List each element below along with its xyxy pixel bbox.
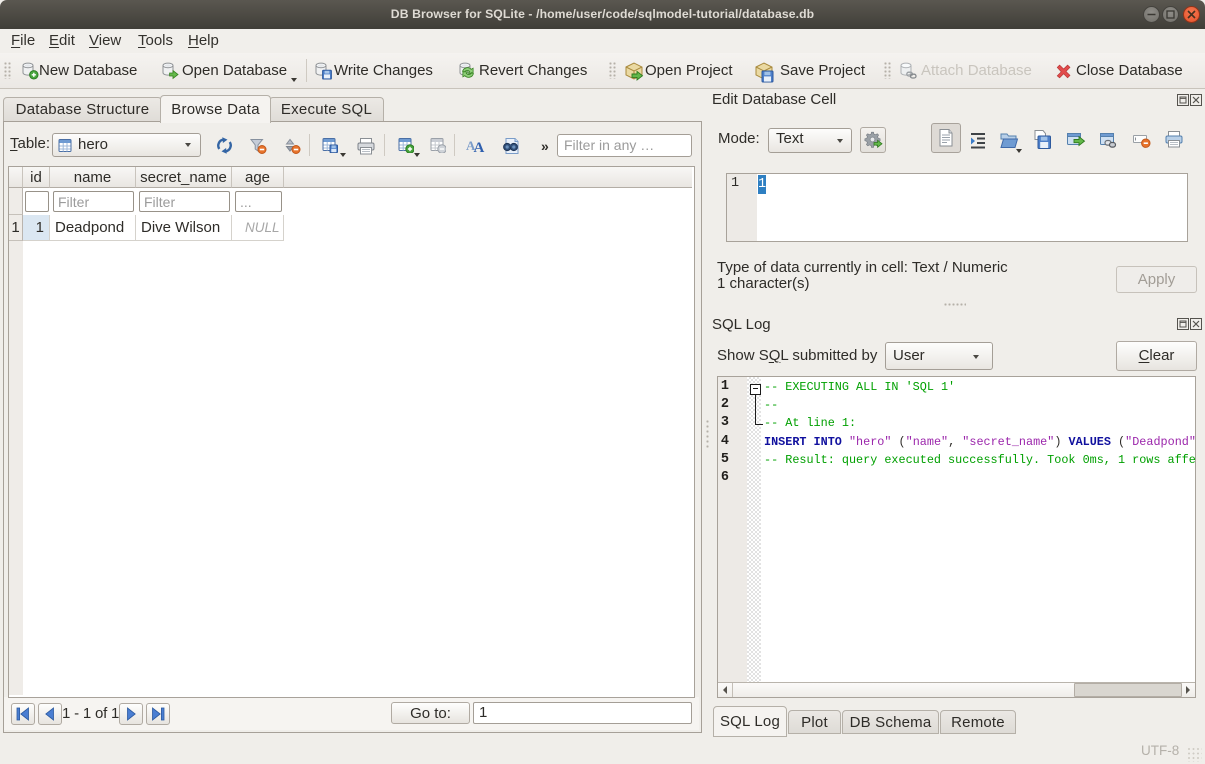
svg-text:A: A (474, 140, 485, 155)
